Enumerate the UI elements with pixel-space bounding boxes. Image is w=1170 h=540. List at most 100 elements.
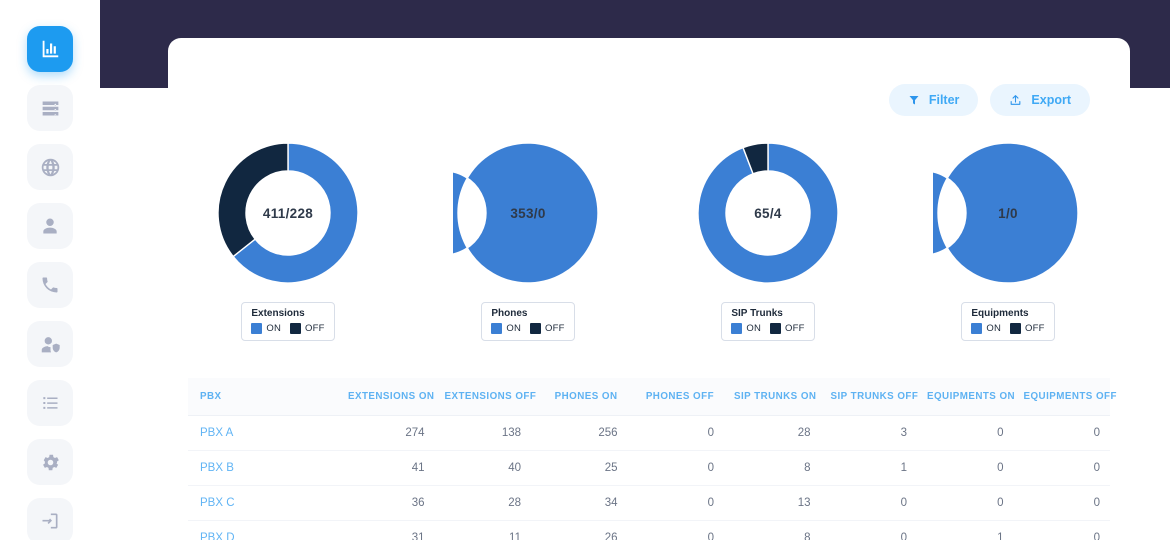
table-cell: 41 [338, 450, 435, 486]
legend-key-on[interactable]: ON [251, 323, 281, 334]
legend-key-on[interactable]: ON [971, 323, 1001, 334]
phone-icon [40, 275, 60, 295]
user-shield-icon [40, 334, 61, 355]
legend-swatch-icon [971, 323, 983, 334]
legend-key-off[interactable]: OFF [1010, 323, 1045, 334]
legend-swatch-icon [251, 323, 263, 334]
user-icon [40, 216, 60, 236]
upload-icon [1009, 94, 1022, 107]
donut-chart-extensions: 411/228 Extensions ON OFF [168, 138, 408, 341]
table-row[interactable]: PBX B 41 40 25 0 8 1 0 0 [188, 450, 1110, 486]
table-cell: 256 [531, 415, 628, 451]
table-cell: 8 [724, 520, 821, 540]
table-cell: 0 [917, 415, 1014, 451]
table-cell: 1 [820, 450, 917, 486]
donut-center-label: 353/0 [510, 205, 546, 221]
donut-chart-phones: 353/0 Phones ON OFF [408, 138, 648, 341]
table-header: PBX EXTENSIONS ON EXTENSIONS OFF PHONES ON P… [188, 378, 1116, 416]
legend-key-label: OFF [305, 323, 325, 334]
legend-key-label: ON [986, 323, 1002, 334]
list-icon [40, 393, 60, 413]
table-cell: 36 [338, 485, 435, 521]
legend-key-label: OFF [1025, 323, 1045, 334]
table-row[interactable]: PBX A 274 138 256 0 28 3 0 0 [188, 415, 1110, 451]
donut-center-label: 1/0 [998, 205, 1018, 221]
table-cell: 34 [531, 485, 628, 521]
table-cell: 40 [434, 450, 531, 486]
dashboard-card: Filter Export 411/228 Extensions ON OFF 353/… [168, 38, 1130, 540]
chart-legend: Equipments ON OFF [961, 302, 1055, 341]
export-button-label: Export [1031, 93, 1071, 107]
legend-key-off[interactable]: OFF [530, 323, 565, 334]
sidebar-item-logout[interactable] [27, 498, 73, 540]
column-header-pbx[interactable]: PBX [188, 378, 338, 416]
sidebar-item-settings[interactable] [27, 439, 73, 485]
filter-button[interactable]: Filter [888, 84, 979, 116]
table-cell: 25 [531, 450, 628, 486]
column-header-extensions-on[interactable]: EXTENSIONS ON [338, 378, 435, 416]
dashboard-page: Filter Export 411/228 Extensions ON OFF 353/… [0, 0, 1170, 540]
chart-legend: Phones ON OFF [481, 302, 575, 341]
legend-key-on[interactable]: ON [491, 323, 521, 334]
table-cell: 11 [434, 520, 531, 540]
legend-swatch-icon [530, 323, 542, 334]
legend-key-on[interactable]: ON [731, 323, 761, 334]
bar-chart-icon [39, 38, 61, 60]
column-header-phones-on[interactable]: PHONES ON [531, 378, 628, 416]
sidebar-item-users[interactable] [27, 203, 73, 249]
table-cell: 0 [1013, 415, 1110, 451]
column-header-extensions-off[interactable]: EXTENSIONS OFF [434, 378, 536, 416]
table-cell: 26 [531, 520, 628, 540]
legend-swatch-icon [1010, 323, 1022, 334]
donut-ring: 411/228 [213, 138, 363, 288]
donut-ring: 65/4 [693, 138, 843, 288]
table-body: PBX A 274 138 256 0 28 3 0 0 PBX B 41 40 25 0 8 1 0 0 PBX … [188, 415, 1110, 540]
pbx-name-link[interactable]: PBX C [188, 485, 338, 521]
legend-swatch-icon [731, 323, 743, 334]
table-cell: 31 [338, 520, 435, 540]
sidebar-item-servers[interactable] [27, 85, 73, 131]
legend-key-off[interactable]: OFF [290, 323, 325, 334]
column-header-phones-off[interactable]: PHONES OFF [627, 378, 724, 416]
table-cell: 0 [627, 415, 724, 451]
filter-button-label: Filter [928, 93, 960, 107]
table-row[interactable]: PBX C 36 28 34 0 13 0 0 0 [188, 485, 1110, 521]
column-header-equipments-on[interactable]: EQUIPMENTS ON [917, 378, 1015, 416]
chart-legend: SIP Trunks ON OFF [721, 302, 815, 341]
sidebar-item-dashboard[interactable] [27, 26, 73, 72]
pbx-table: PBX EXTENSIONS ON EXTENSIONS OFF PHONES ON P… [188, 378, 1116, 540]
column-header-equipments-off[interactable]: EQUIPMENTS OFF [1013, 378, 1116, 416]
table-cell: 0 [917, 450, 1014, 486]
donut-chart-row: 411/228 Extensions ON OFF 353/0 Phones ON OFF 65… [168, 138, 1130, 341]
donut-center-label: 411/228 [262, 205, 314, 221]
column-header-sip-trunks-off[interactable]: SIP TRUNKS OFF [820, 378, 918, 416]
table-row[interactable]: PBX D 31 11 26 0 8 0 1 0 [188, 520, 1110, 540]
legend-swatch-icon [491, 323, 503, 334]
chart-legend: Extensions ON OFF [241, 302, 335, 341]
legend-key-label: OFF [545, 323, 565, 334]
sidebar-item-lists[interactable] [27, 380, 73, 426]
server-icon [40, 98, 61, 119]
table-cell: 0 [917, 485, 1014, 521]
card-toolbar: Filter Export [888, 84, 1090, 116]
legend-key-off[interactable]: OFF [770, 323, 805, 334]
legend-keys: ON OFF [251, 323, 324, 334]
pbx-name-link[interactable]: PBX B [188, 450, 338, 486]
sidebar-item-user-security[interactable] [27, 321, 73, 367]
legend-key-label: ON [746, 323, 762, 334]
table-header-row: PBX EXTENSIONS ON EXTENSIONS OFF PHONES ON P… [188, 378, 1116, 416]
table-cell: 0 [627, 450, 724, 486]
legend-title: Phones [491, 308, 528, 319]
sidebar-item-network[interactable] [27, 144, 73, 190]
pbx-name-link[interactable]: PBX D [188, 520, 338, 540]
column-header-sip-trunks-on[interactable]: SIP TRUNKS ON [724, 378, 821, 416]
table-cell: 0 [820, 520, 917, 540]
export-button[interactable]: Export [990, 84, 1090, 116]
legend-key-label: ON [266, 323, 282, 334]
sidebar-item-calls[interactable] [27, 262, 73, 308]
donut-chart-sip-trunks: 65/4 SIP Trunks ON OFF [648, 138, 888, 341]
legend-keys: ON OFF [491, 323, 564, 334]
table-cell: 28 [434, 485, 531, 521]
legend-key-label: OFF [785, 323, 805, 334]
pbx-name-link[interactable]: PBX A [188, 415, 338, 451]
